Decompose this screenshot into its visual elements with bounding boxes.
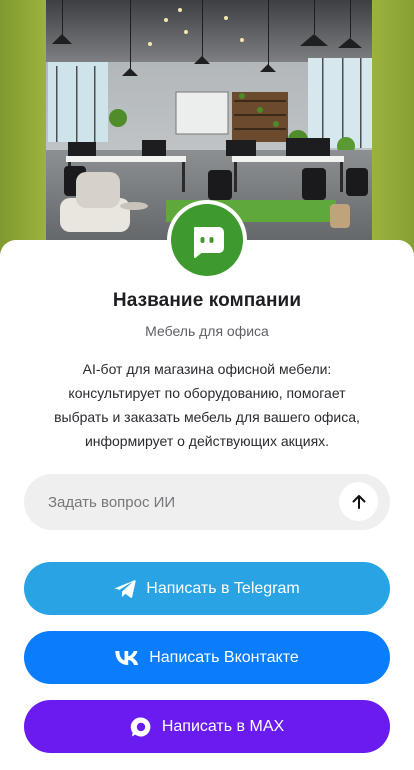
- company-avatar: [167, 200, 247, 280]
- company-name: Название компании: [112, 290, 302, 311]
- max-icon: [130, 716, 152, 738]
- vk-icon: [115, 650, 139, 665]
- ask-ai-field: [24, 474, 390, 530]
- max-button-label: Написать в MAX: [161, 717, 285, 735]
- vk-button[interactable]: Написать Вконтакте: [24, 631, 390, 684]
- avatar-circle: [171, 204, 243, 276]
- vk-button-label: Написать Вконтакте: [149, 648, 299, 666]
- telegram-icon: [114, 579, 136, 599]
- hero-side-left: [0, 0, 46, 262]
- company-subtitle: Мебель для офиса: [145, 323, 269, 339]
- telegram-button-label: Написать в Telegram: [146, 579, 300, 597]
- company-description: AI-бот для магазина офисной мебели: конс…: [54, 361, 360, 449]
- max-button[interactable]: Написать в MAX: [24, 700, 390, 753]
- ask-ai-input[interactable]: [24, 474, 324, 530]
- telegram-button[interactable]: Написать в Telegram: [24, 562, 390, 615]
- send-button[interactable]: [339, 482, 378, 521]
- hero-side-right: [372, 0, 414, 262]
- chat-bot-icon: [194, 227, 224, 258]
- arrow-up-icon: [352, 494, 365, 509]
